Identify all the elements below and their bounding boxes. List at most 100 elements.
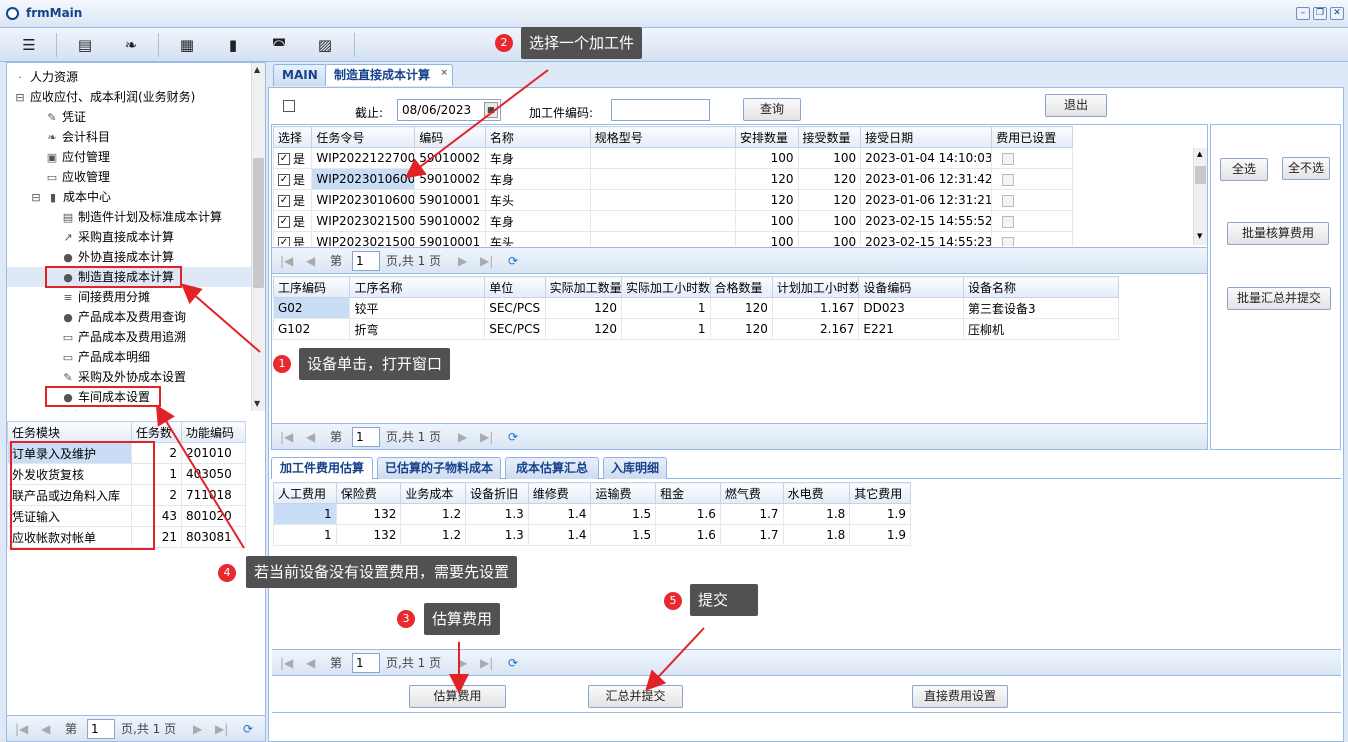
- first-page-icon[interactable]: |◀: [280, 427, 293, 447]
- refresh-icon[interactable]: ⟳: [508, 653, 518, 673]
- column-header[interactable]: 租金: [655, 482, 721, 504]
- table-cell[interactable]: 1.9: [849, 503, 911, 525]
- column-header[interactable]: 编码: [414, 126, 486, 148]
- tree-item[interactable]: ● 产品成本及费用查询: [7, 307, 251, 327]
- column-header[interactable]: 选择: [273, 126, 313, 148]
- tree-item[interactable]: ❧利润中心: [7, 407, 251, 411]
- table-cell[interactable]: 1.3: [465, 524, 529, 546]
- tree-item[interactable]: ▭ 应收管理: [7, 167, 251, 187]
- column-header[interactable]: 接受日期: [860, 126, 993, 148]
- table-cell[interactable]: 1.6: [655, 524, 721, 546]
- filter-checkbox[interactable]: [283, 100, 295, 112]
- row-checkbox[interactable]: ✓: [278, 174, 290, 186]
- column-header[interactable]: 任务令号: [311, 126, 416, 148]
- table-cell[interactable]: 1.8: [782, 503, 851, 525]
- tree-item[interactable]: ▭ 产品成本明细: [7, 347, 251, 367]
- cutoff-date-input[interactable]: 08/06/2023 ▦: [397, 99, 501, 121]
- bottom-tab[interactable]: 入库明细: [603, 457, 667, 479]
- row-checkbox[interactable]: ✓: [278, 216, 290, 228]
- inbox-icon[interactable]: ◚: [266, 33, 292, 57]
- column-header[interactable]: 设备折旧: [465, 482, 529, 504]
- select-cell[interactable]: ✓ 是: [273, 189, 313, 211]
- rss-icon[interactable]: ❧: [118, 33, 144, 57]
- tree-expander-icon[interactable]: ⊟: [13, 88, 27, 108]
- table-cell[interactable]: 1.8: [782, 524, 851, 546]
- column-header[interactable]: 保险费: [335, 482, 402, 504]
- table-cell[interactable]: 1: [273, 524, 337, 546]
- tree-item[interactable]: ✎ 采购及外协成本设置: [7, 367, 251, 387]
- column-header[interactable]: 实际加工小时数: [621, 276, 711, 298]
- table-cell[interactable]: 1.9: [849, 524, 911, 546]
- table-cell[interactable]: 1.2: [400, 524, 467, 546]
- column-header[interactable]: 业务成本: [400, 482, 467, 504]
- table-cell[interactable]: 1.4: [527, 524, 592, 546]
- refresh-icon[interactable]: ⟳: [508, 251, 518, 271]
- column-header[interactable]: 运输费: [590, 482, 657, 504]
- select-none-button[interactable]: 全不选: [1282, 157, 1330, 180]
- page-input[interactable]: [352, 251, 380, 271]
- table-row[interactable]: 1 132 1.2 1.3 1.4 1.5 1.6 1.7 1.8 1.9: [273, 524, 911, 546]
- column-header[interactable]: 设备编码: [858, 276, 964, 298]
- column-header[interactable]: 工序编码: [273, 276, 351, 298]
- row-checkbox[interactable]: ✓: [278, 195, 290, 207]
- bottom-tab[interactable]: 已估算的子物料成本: [377, 457, 501, 479]
- tree-item[interactable]: ▣ 应付管理: [7, 147, 251, 167]
- table-row[interactable]: ✓ 是 WIP20230106002 59010001 车头 120 120 2023-01-…: [273, 189, 1073, 211]
- column-header[interactable]: 实际加工数量: [544, 276, 623, 298]
- table-cell[interactable]: E221: [858, 318, 964, 340]
- bottom-tab[interactable]: 成本估算汇总: [505, 457, 599, 479]
- table-cell[interactable]: 1.7: [719, 524, 784, 546]
- select-cell[interactable]: ✓ 是: [273, 147, 313, 169]
- page-input[interactable]: [352, 427, 380, 447]
- table-row[interactable]: ✓ 是 WIP20230106001 59010002 车身 120 120 2023-01-…: [273, 168, 1073, 190]
- tree-item[interactable]: ↗ 采购直接成本计算: [7, 227, 251, 247]
- select-cell[interactable]: ✓ 是: [273, 210, 313, 232]
- table-cell[interactable]: 1.4: [527, 503, 592, 525]
- last-page-icon[interactable]: ▶|: [480, 427, 493, 447]
- tree-item[interactable]: ⊟ 应收应付、成本利润(业务财务): [7, 87, 251, 107]
- wip-scrollbar[interactable]: ▲ ▼: [1193, 148, 1207, 245]
- column-header[interactable]: 安排数量: [735, 126, 799, 148]
- row-checkbox[interactable]: ✓: [278, 153, 290, 165]
- tree-expander-icon[interactable]: ⊟: [29, 188, 43, 208]
- close-icon[interactable]: ✕: [1330, 7, 1344, 20]
- tree-item[interactable]: ⊟ ▮ 成本中心: [7, 187, 251, 207]
- prev-page-icon[interactable]: ◀: [306, 427, 315, 447]
- refresh-icon[interactable]: ⟳: [508, 427, 518, 447]
- column-header[interactable]: 水电费: [782, 482, 851, 504]
- column-header[interactable]: 规格型号: [589, 126, 737, 148]
- exit-button[interactable]: 退出: [1045, 94, 1107, 117]
- estimate-fee-button[interactable]: 估算费用: [409, 685, 506, 708]
- table-cell[interactable]: 1.5: [590, 503, 657, 525]
- tab-close-icon[interactable]: ×: [440, 63, 448, 83]
- table-cell[interactable]: 1.5: [590, 524, 657, 546]
- first-page-icon[interactable]: |◀: [15, 719, 28, 739]
- column-header[interactable]: 功能编码: [181, 421, 246, 443]
- table-cell[interactable]: 1.6: [655, 503, 721, 525]
- last-page-icon[interactable]: ▶|: [215, 719, 228, 739]
- column-header[interactable]: 设备名称: [963, 276, 1119, 298]
- image-icon[interactable]: ▨: [312, 33, 338, 57]
- tree-item[interactable]: ▤ 制造件计划及标准成本计算: [7, 207, 251, 227]
- summarize-submit-button[interactable]: 汇总并提交: [588, 685, 683, 708]
- last-page-icon[interactable]: ▶|: [480, 653, 493, 673]
- minimize-icon[interactable]: –: [1296, 7, 1310, 20]
- column-header[interactable]: 单位: [484, 276, 546, 298]
- table-row[interactable]: 1 132 1.2 1.3 1.4 1.5 1.6 1.7 1.8 1.9: [273, 503, 911, 525]
- batch-submit-button[interactable]: 批量汇总并提交: [1227, 287, 1331, 310]
- part-code-input[interactable]: [611, 99, 710, 121]
- table-cell[interactable]: 132: [335, 503, 402, 525]
- calendar-picker-icon[interactable]: ▦: [484, 102, 498, 118]
- select-all-button[interactable]: 全选: [1220, 158, 1268, 181]
- first-page-icon[interactable]: |◀: [280, 251, 293, 271]
- column-header[interactable]: 燃气费: [719, 482, 784, 504]
- calendar-icon[interactable]: ▦: [174, 33, 200, 57]
- next-page-icon[interactable]: ▶: [458, 251, 467, 271]
- first-page-icon[interactable]: |◀: [280, 653, 293, 673]
- document-icon[interactable]: ▤: [72, 33, 98, 57]
- next-page-icon[interactable]: ▶: [458, 653, 467, 673]
- restore-icon[interactable]: ❐: [1313, 7, 1327, 20]
- table-row[interactable]: ✓ 是 WIP20221227001 59010002 车身 100 100 2023-01-…: [273, 147, 1073, 169]
- menu-icon[interactable]: ☰: [16, 33, 42, 57]
- table-cell[interactable]: 1.2: [400, 503, 467, 525]
